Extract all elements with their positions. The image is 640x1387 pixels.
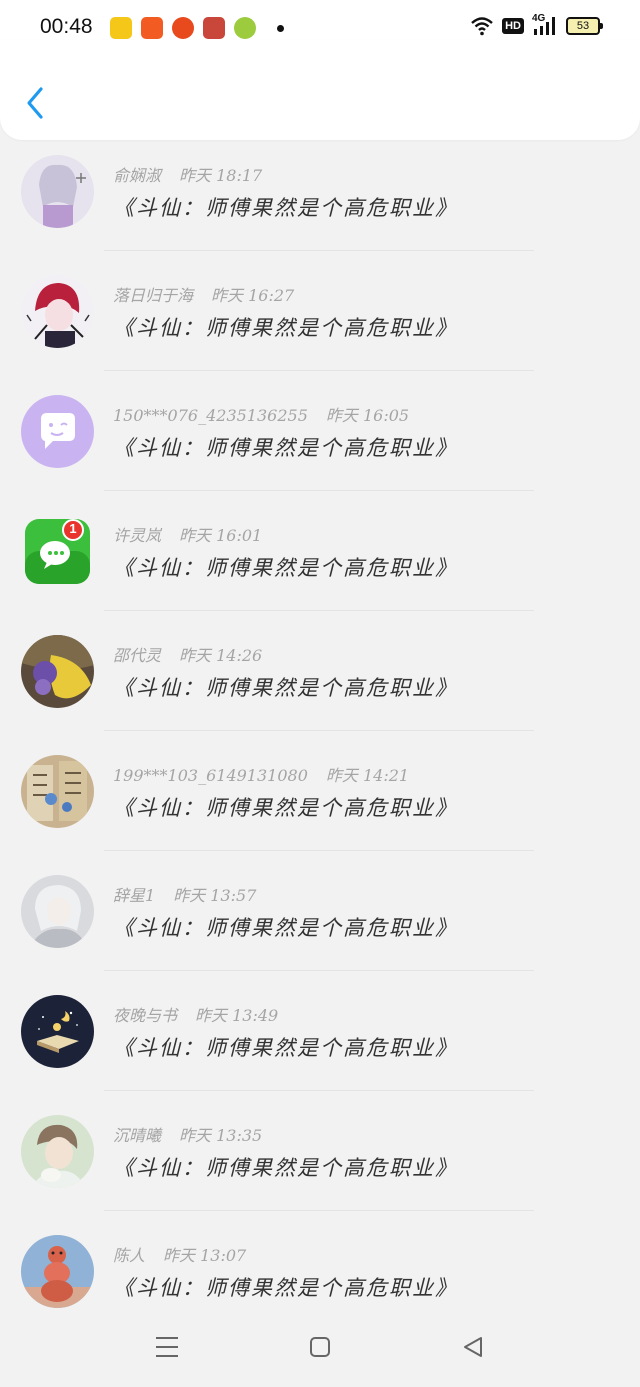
item-meta: 许灵岚 昨天 16:01 <box>113 522 262 546</box>
message-text: 《斗仙：师傅果然是个高危职业》 <box>113 676 458 700</box>
sender-name: 199***103_6149131080 <box>113 766 308 785</box>
avatar[interactable] <box>21 635 94 708</box>
list-item[interactable]: 1 许灵岚 昨天 16:01 《斗仙：师傅果然是个高危职业》 <box>0 510 640 630</box>
back-triangle-icon <box>464 1337 482 1357</box>
divider <box>104 610 534 611</box>
menu-icon <box>156 1337 178 1357</box>
sender-name: 沉晴曦 <box>113 1126 162 1145</box>
message-list: 俞娴淑 昨天 18:17 《斗仙：师傅果然是个高危职业》 落日归于海 昨天 16:2… <box>0 150 640 1350</box>
sender-name: 夜晚与书 <box>113 1006 178 1025</box>
message-text: 《斗仙：师傅果然是个高危职业》 <box>113 1156 458 1180</box>
sender-name: 150***076_4235136255 <box>113 406 308 425</box>
message-time: 昨天 13:57 <box>173 886 257 905</box>
list-item[interactable]: 150***076_4235136255 昨天 16:05 《斗仙：师傅果然是个高… <box>0 390 640 510</box>
list-item[interactable]: 落日归于海 昨天 16:27 《斗仙：师傅果然是个高危职业》 <box>0 270 640 390</box>
app-icon-1 <box>110 17 132 39</box>
divider <box>104 490 534 491</box>
app-icon-2 <box>141 17 163 39</box>
notification-app-icons <box>110 17 256 39</box>
message-time: 昨天 16:01 <box>179 526 263 545</box>
list-item[interactable]: 199***103_6149131080 昨天 14:21 《斗仙：师傅果然是个高… <box>0 750 640 870</box>
avatar[interactable] <box>21 395 94 468</box>
message-text: 《斗仙：师傅果然是个高危职业》 <box>113 436 458 460</box>
item-meta: 沉晴曦 昨天 13:35 <box>113 1122 262 1146</box>
item-meta: 150***076_4235136255 昨天 16:05 <box>113 402 409 426</box>
menu-button[interactable] <box>152 1332 182 1362</box>
avatar[interactable] <box>21 995 94 1068</box>
list-item[interactable]: 俞娴淑 昨天 18:17 《斗仙：师傅果然是个高危职业》 <box>0 150 640 270</box>
message-text: 《斗仙：师傅果然是个高危职业》 <box>113 1276 458 1300</box>
divider <box>104 1210 534 1211</box>
message-text: 《斗仙：师傅果然是个高危职业》 <box>113 1036 458 1060</box>
wifi-icon <box>471 17 493 36</box>
divider <box>104 250 534 251</box>
item-meta: 陈人 昨天 13:07 <box>113 1242 246 1266</box>
divider <box>104 1090 534 1091</box>
top-header <box>0 40 640 140</box>
sender-name: 陈人 <box>113 1246 146 1265</box>
divider <box>104 850 534 851</box>
message-time: 昨天 13:49 <box>195 1006 279 1025</box>
sender-name: 辞星1 <box>113 886 156 905</box>
avatar[interactable] <box>21 155 94 228</box>
message-text: 《斗仙：师傅果然是个高危职业》 <box>113 556 458 580</box>
item-meta: 199***103_6149131080 昨天 14:21 <box>113 762 409 786</box>
message-time: 昨天 13:07 <box>163 1246 247 1265</box>
app-icon-4 <box>203 17 225 39</box>
signal-icon: 4G <box>532 13 558 37</box>
notification-dot <box>277 25 284 32</box>
list-item[interactable]: 辞星1 昨天 13:57 《斗仙：师傅果然是个高危职业》 <box>0 870 640 990</box>
divider <box>104 970 534 971</box>
message-time: 昨天 16:05 <box>325 406 410 425</box>
avatar[interactable] <box>21 275 94 348</box>
message-text: 《斗仙：师傅果然是个高危职业》 <box>113 196 458 220</box>
avatar[interactable] <box>21 755 94 828</box>
sender-name: 邵代灵 <box>113 646 162 665</box>
home-square-icon <box>310 1337 330 1357</box>
sender-name: 俞娴淑 <box>113 166 162 185</box>
status-time: 00:48 <box>40 15 93 38</box>
system-back-button[interactable] <box>458 1332 488 1362</box>
message-text: 《斗仙：师傅果然是个高危职业》 <box>113 796 458 820</box>
chevron-left-icon <box>27 87 43 119</box>
message-time: 昨天 13:35 <box>179 1126 263 1145</box>
divider <box>104 730 534 731</box>
unread-count: 1 <box>69 521 77 536</box>
back-button[interactable] <box>18 82 52 124</box>
avatar[interactable] <box>21 1235 94 1308</box>
item-meta: 落日归于海 昨天 16:27 <box>113 282 294 306</box>
list-item[interactable]: 夜晚与书 昨天 13:49 《斗仙：师傅果然是个高危职业》 <box>0 990 640 1110</box>
message-time: 昨天 18:17 <box>179 166 263 185</box>
app-icon-5 <box>234 17 256 39</box>
list-item[interactable]: 邵代灵 昨天 14:26 《斗仙：师傅果然是个高危职业》 <box>0 630 640 750</box>
home-button[interactable] <box>305 1332 335 1362</box>
avatar[interactable]: 1 <box>21 515 94 588</box>
message-text: 《斗仙：师傅果然是个高危职业》 <box>113 916 458 940</box>
system-nav-bar <box>0 1310 640 1387</box>
sender-name: 落日归于海 <box>113 286 194 305</box>
list-item[interactable]: 沉晴曦 昨天 13:35 《斗仙：师傅果然是个高危职业》 <box>0 1110 640 1230</box>
app-icon-3 <box>172 17 194 39</box>
hd-badge: HD <box>502 18 524 34</box>
message-time: 昨天 14:21 <box>325 766 410 785</box>
item-meta: 夜晚与书 昨天 13:49 <box>113 1002 278 1026</box>
battery-indicator: 53 <box>566 17 603 35</box>
message-time: 昨天 14:26 <box>179 646 263 665</box>
message-time: 昨天 16:27 <box>211 286 295 305</box>
item-meta: 辞星1 昨天 13:57 <box>113 882 256 906</box>
divider <box>104 370 534 371</box>
item-meta: 俞娴淑 昨天 18:17 <box>113 162 262 186</box>
sender-name: 许灵岚 <box>113 526 162 545</box>
message-text: 《斗仙：师傅果然是个高危职业》 <box>113 316 458 340</box>
status-right: HD 4G 53 <box>470 13 603 37</box>
avatar[interactable] <box>21 1115 94 1188</box>
avatar[interactable] <box>21 875 94 948</box>
item-meta: 邵代灵 昨天 14:26 <box>113 642 262 666</box>
